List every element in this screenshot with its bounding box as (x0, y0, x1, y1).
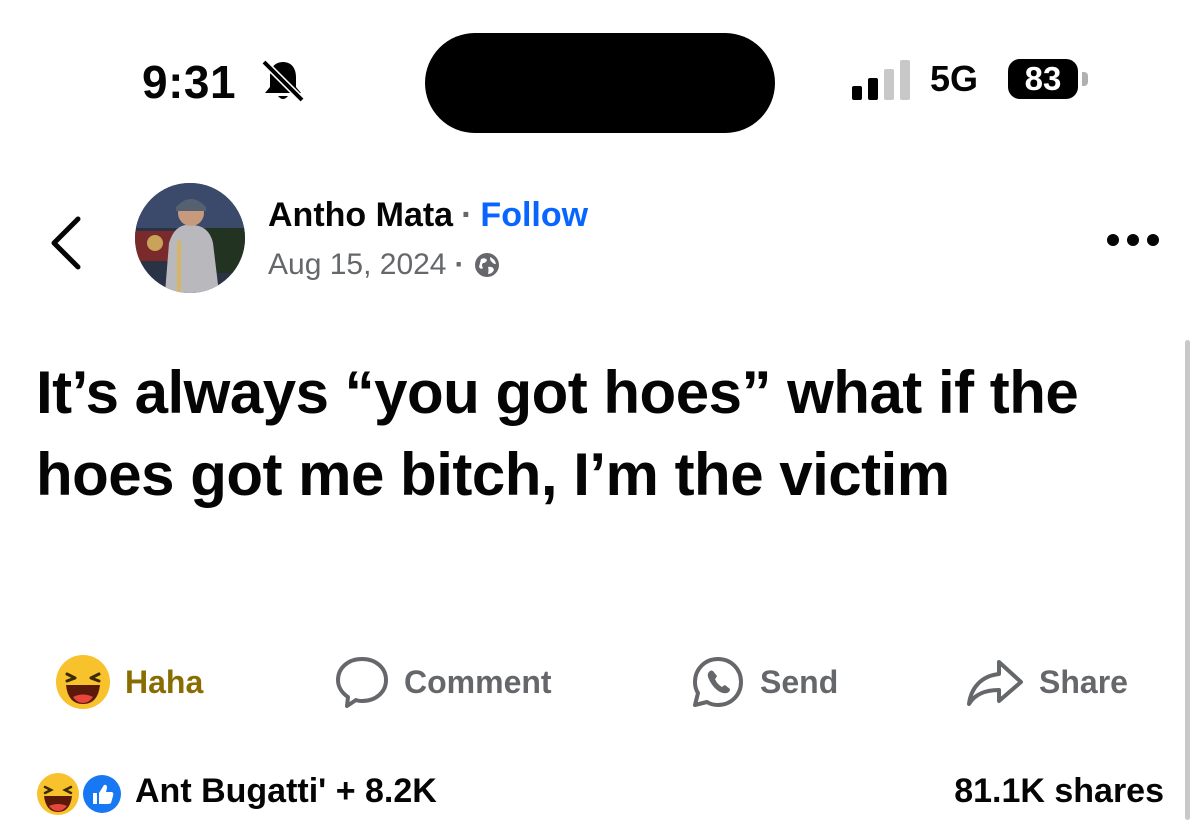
status-time: 9:31 (142, 56, 237, 108)
share-label: Share (1039, 663, 1128, 700)
haha-button[interactable]: Haha (55, 655, 203, 709)
reaction-icons[interactable] (32, 770, 132, 818)
haha-emoji-icon (56, 655, 110, 709)
globe-icon (474, 253, 499, 277)
send-icon (693, 657, 743, 707)
post-date[interactable]: Aug 15, 2024 (268, 248, 447, 282)
send-label: Send (760, 663, 839, 700)
author-name[interactable]: Antho Mata (268, 196, 453, 234)
scrollbar[interactable] (1185, 340, 1190, 820)
signal-icon (852, 60, 910, 100)
author-line: Antho Mata · Follow (268, 196, 588, 235)
network-type: 5G (930, 58, 979, 99)
more-icon[interactable] (1105, 232, 1161, 248)
separator: · (454, 248, 465, 281)
comment-icon (336, 657, 388, 708)
battery-icon: 83 (1008, 59, 1078, 99)
follow-button[interactable]: Follow (480, 196, 588, 234)
back-chevron-icon[interactable] (48, 215, 84, 271)
battery-tip (1082, 72, 1088, 86)
shares-count[interactable]: 81.1K shares (954, 772, 1164, 811)
send-button[interactable]: Send (690, 655, 838, 709)
bell-slash-icon (261, 59, 305, 103)
post-meta: Aug 15, 2024 · (268, 248, 501, 282)
avatar[interactable] (135, 183, 245, 293)
comment-button[interactable]: Comment (334, 655, 552, 709)
share-icon (967, 660, 1023, 706)
post-text: It’s always “you got hoes” what if the h… (36, 359, 1079, 508)
dynamic-island (425, 33, 775, 133)
comment-label: Comment (404, 663, 552, 700)
share-button[interactable]: Share (965, 655, 1128, 709)
reactions-count[interactable]: Ant Bugatti' + 8.2K (135, 772, 437, 811)
separator: · (461, 196, 473, 234)
haha-label: Haha (125, 663, 204, 700)
